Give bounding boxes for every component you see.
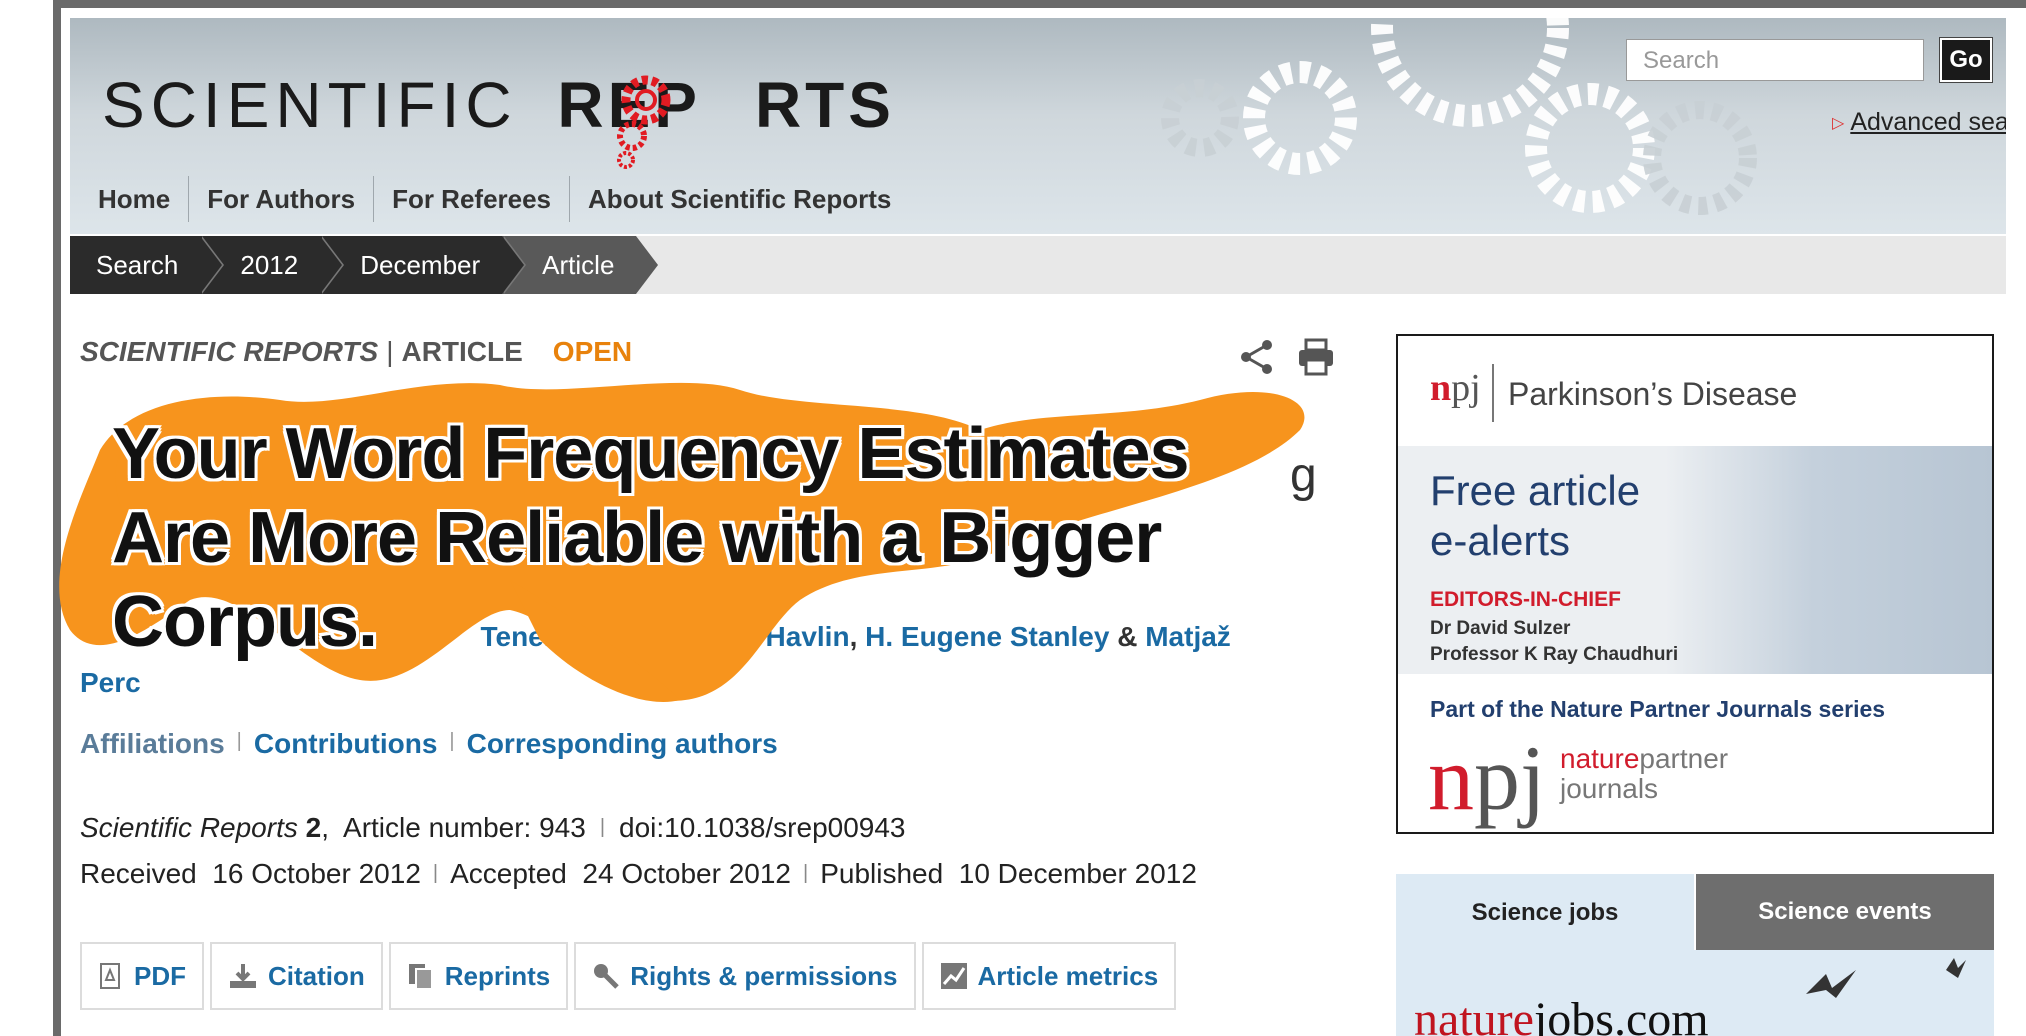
advanced-search-link[interactable]: ▷ Advanced search [1832,108,2006,137]
cite-doi: doi:10.1038/srep00943 [619,812,906,843]
logo-text-right-b: RTS [754,69,895,141]
citation-line: Scientific Reports 2, Article number: 94… [80,812,906,843]
metrics-chart-icon [940,963,967,989]
overlay-line-3: Corpus. [112,582,378,662]
print-icon[interactable] [1296,338,1336,376]
logo-text-left: SCIENTIFIC [102,69,518,141]
pdf-label: PDF [134,960,186,991]
accepted-date: 24 October 2012 [582,858,791,889]
reprints-button[interactable]: Reprints [388,942,569,1010]
separator: | [386,336,394,367]
main-nav: Home For Authors For Referees About Scie… [84,176,909,222]
breadcrumb-month[interactable]: December [320,236,527,294]
key-icon [594,964,620,989]
received-date: 16 October 2012 [212,858,421,889]
breadcrumb: Search 2012 December Article [70,236,2006,294]
tab-science-events[interactable]: Science events [1696,874,1994,950]
article-type-line: SCIENTIFIC REPORTS | ARTICLE OPEN [80,336,632,368]
ad-editors-label: EDITORS-IN-CHIEF [1430,588,1621,611]
ad-banner: Free article e-alerts EDITORS-IN-CHIEF D… [1398,446,1992,674]
nav-home[interactable]: Home [84,176,188,222]
citation-label: Citation [268,960,365,991]
rights-permissions-label: Rights & permissions [630,960,898,991]
article-actions: PDF Citation Reprints Rights & permissio… [80,942,1177,1010]
overlay-line-1: Your Word Frequency Estimates [112,414,1190,494]
dates-line: Received 16 October 2012 | Accepted 24 Oct… [80,858,1197,889]
published-label: Published [820,858,944,889]
article-type: ARTICLE [401,336,523,367]
corresponding-authors-link[interactable]: Corresponding authors [467,728,778,759]
article-sections-links: Affiliations | Contributions | Corresponding… [80,728,778,759]
ad-series-note: Part of the Nature Partner Journals seri… [1430,696,1886,722]
accepted-label: Accepted [450,858,567,889]
logo-gear-icon [617,75,671,169]
nav-for-authors[interactable]: For Authors [188,176,373,222]
npj-logo-small: npj [1430,367,1481,409]
triangle-right-icon: ▷ [1832,115,1845,133]
npj-advertisement[interactable]: npj Parkinson’s Disease Free article e-a… [1396,334,1994,834]
article-metrics-label: Article metrics [977,960,1159,991]
birds-decoration [1806,958,1966,998]
cite-volume: 2 [305,812,322,843]
ad-journal-topic: Parkinson’s Disease [1508,376,1798,412]
overlay-line-2: Are More Reliable with a Bigger [112,498,1162,578]
search-input[interactable]: Search [1626,39,1924,81]
article-metrics-button[interactable]: Article metrics [921,942,1177,1010]
jobs-panel: Science jobs Science events naturejobs.c… [1396,874,1994,1036]
download-icon [230,964,256,988]
breadcrumb-search[interactable]: Search [70,236,225,294]
window-border-top [53,0,2026,8]
overlay-headline: Your Word Frequency Estimates Are More R… [112,412,1190,664]
advanced-search-label: Advanced search [1850,108,2006,136]
tab-science-jobs[interactable]: Science jobs [1396,874,1696,950]
site-logo[interactable]: SCIENTIFIC REP RTS [102,68,895,142]
reprints-label: Reprints [444,960,551,991]
cite-journal: Scientific Reports [80,812,298,843]
nature-partner-journals-wordmark: naturepartner journals [1560,743,1729,804]
pdf-button[interactable]: PDF [80,942,204,1010]
ad-editor-2: Professor K Ray Chaudhuri [1430,644,1679,665]
journal-name: SCIENTIFIC REPORTS [80,336,379,367]
site-header: SCIENTIFIC REP RTS Search Go ▷ Advanced se… [70,18,2006,234]
nav-for-referees[interactable]: For Referees [373,176,569,222]
divider [1492,364,1494,422]
naturejobs-logo[interactable]: naturejobs.com [1414,992,1709,1036]
rights-permissions-button[interactable]: Rights & permissions [574,942,916,1010]
affiliations-link[interactable]: Affiliations [80,728,225,759]
open-access-badge: OPEN [552,336,633,367]
share-icon[interactable] [1238,338,1276,376]
pdf-icon [100,963,120,989]
received-label: Received [80,858,197,889]
npj-logo-large: npj [1428,727,1546,829]
ad-headline: Free article e-alerts [1430,467,1641,564]
cite-article-number: Article number: 943 [343,812,586,843]
citation-button[interactable]: Citation [210,942,383,1010]
go-button[interactable]: Go [1939,37,1993,83]
reprints-icon [408,964,433,990]
published-date: 10 December 2012 [958,858,1197,889]
ad-editor-1: Dr David Sulzer [1430,618,1571,639]
contributions-link[interactable]: Contributions [254,728,438,759]
nav-about[interactable]: About Scientific Reports [569,176,909,222]
